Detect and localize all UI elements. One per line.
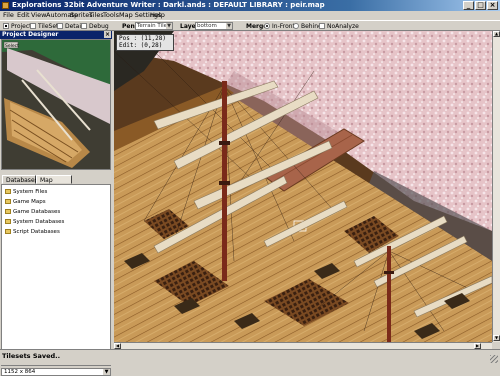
chevron-down-icon: ▼ [166, 23, 172, 29]
behind-radio[interactable] [293, 23, 299, 29]
menu-edit[interactable]: Edit [17, 11, 30, 20]
panel-close-button[interactable]: × [104, 31, 111, 38]
pen-value: Terrain Tile [137, 23, 167, 29]
folder-icon [5, 229, 11, 234]
tree-item-label: System Files [13, 189, 48, 195]
tree-item-system-files[interactable]: System Files [5, 188, 47, 196]
maximize-button[interactable]: □ [475, 1, 486, 10]
minimize-button[interactable]: _ [463, 1, 474, 10]
map-canvas[interactable] [114, 31, 492, 342]
detail-checkbox[interactable] [57, 23, 63, 29]
folder-icon [5, 219, 11, 224]
ship-thumbnail: Select [2, 40, 110, 169]
app-icon [2, 2, 9, 9]
horizontal-scrollbar[interactable]: ◀ ▶ [114, 342, 492, 349]
folder-icon [5, 199, 11, 204]
pos-coords: Pos : (11,28) [119, 35, 166, 42]
database-tree: System Files Game Maps Game Databases Sy… [1, 184, 111, 366]
project-checkbox[interactable] [3, 23, 9, 29]
toolbar: Project TileSet Detail Debug Pen: Terrai… [0, 20, 500, 31]
tree-item-label: Game Databases [13, 209, 61, 215]
resize-grip-icon[interactable] [490, 355, 498, 363]
tree-item-label: Script Databases [13, 229, 60, 235]
coordinates-readout: Pos : (11,28) Edit: (0,28) [116, 34, 174, 51]
resolution-value: 1152 x 864 [4, 369, 36, 375]
debug-checkbox[interactable] [81, 23, 87, 29]
tab-map-objects[interactable]: Map Objects [36, 175, 72, 193]
tab-databases[interactable]: Databases [2, 175, 38, 184]
status-bar: Tilesets Saved.. [0, 349, 500, 365]
scroll-up-icon[interactable]: ▲ [493, 31, 500, 37]
tree-item-label: System Databases [13, 219, 65, 225]
layer-select[interactable]: bottom ▼ [195, 22, 233, 30]
scroll-down-icon[interactable]: ▼ [493, 335, 500, 341]
project-designer-panel: Project Designer × Select Databases Map … [0, 31, 112, 376]
panel-title: Project Designer [2, 31, 59, 38]
close-button[interactable]: × [487, 1, 498, 10]
menu-file[interactable]: File [3, 11, 14, 20]
infront-radio[interactable] [264, 23, 270, 29]
panel-title-bar: Project Designer × [0, 31, 112, 39]
menu-tools[interactable]: Tools [103, 11, 119, 20]
noanalyze-checkbox[interactable] [319, 23, 325, 29]
status-text: Tilesets Saved.. [2, 352, 61, 360]
map-artwork [114, 31, 492, 342]
title-bar: Explorations 32bit Adventure Writer : Da… [0, 0, 500, 11]
folder-icon [5, 209, 11, 214]
vertical-scrollbar[interactable]: ▲ ▼ [492, 31, 500, 342]
tree-item-game-maps[interactable]: Game Maps [5, 198, 46, 206]
menu-help[interactable]: Help [150, 11, 165, 20]
menu-tiles[interactable]: Tiles [89, 11, 104, 20]
folder-icon [5, 189, 11, 194]
layer-value: bottom [197, 23, 217, 29]
panel-tabs: Databases Map Objects [0, 175, 112, 193]
tileset-checkbox[interactable] [30, 23, 36, 29]
edit-coords: Edit: (0,28) [119, 42, 163, 49]
pen-select[interactable]: Terrain Tile ▼ [135, 22, 173, 30]
resolution-select[interactable]: 1152 x 864 ▼ [1, 368, 111, 376]
window-title: Explorations 32bit Adventure Writer : Da… [12, 1, 325, 9]
menu-view[interactable]: View [31, 11, 46, 20]
chevron-down-icon: ▼ [226, 23, 232, 29]
menu-bar: File Edit View Automate Sprites Tiles To… [0, 11, 500, 20]
tree-item-game-databases[interactable]: Game Databases [5, 208, 60, 216]
tree-item-system-databases[interactable]: System Databases [5, 218, 64, 226]
tree-item-label: Game Maps [13, 199, 46, 205]
map-preview[interactable]: Select [1, 39, 111, 170]
chevron-down-icon: ▼ [103, 369, 110, 375]
tree-item-script-databases[interactable]: Script Databases [5, 228, 60, 236]
preview-label: Select [5, 43, 19, 49]
